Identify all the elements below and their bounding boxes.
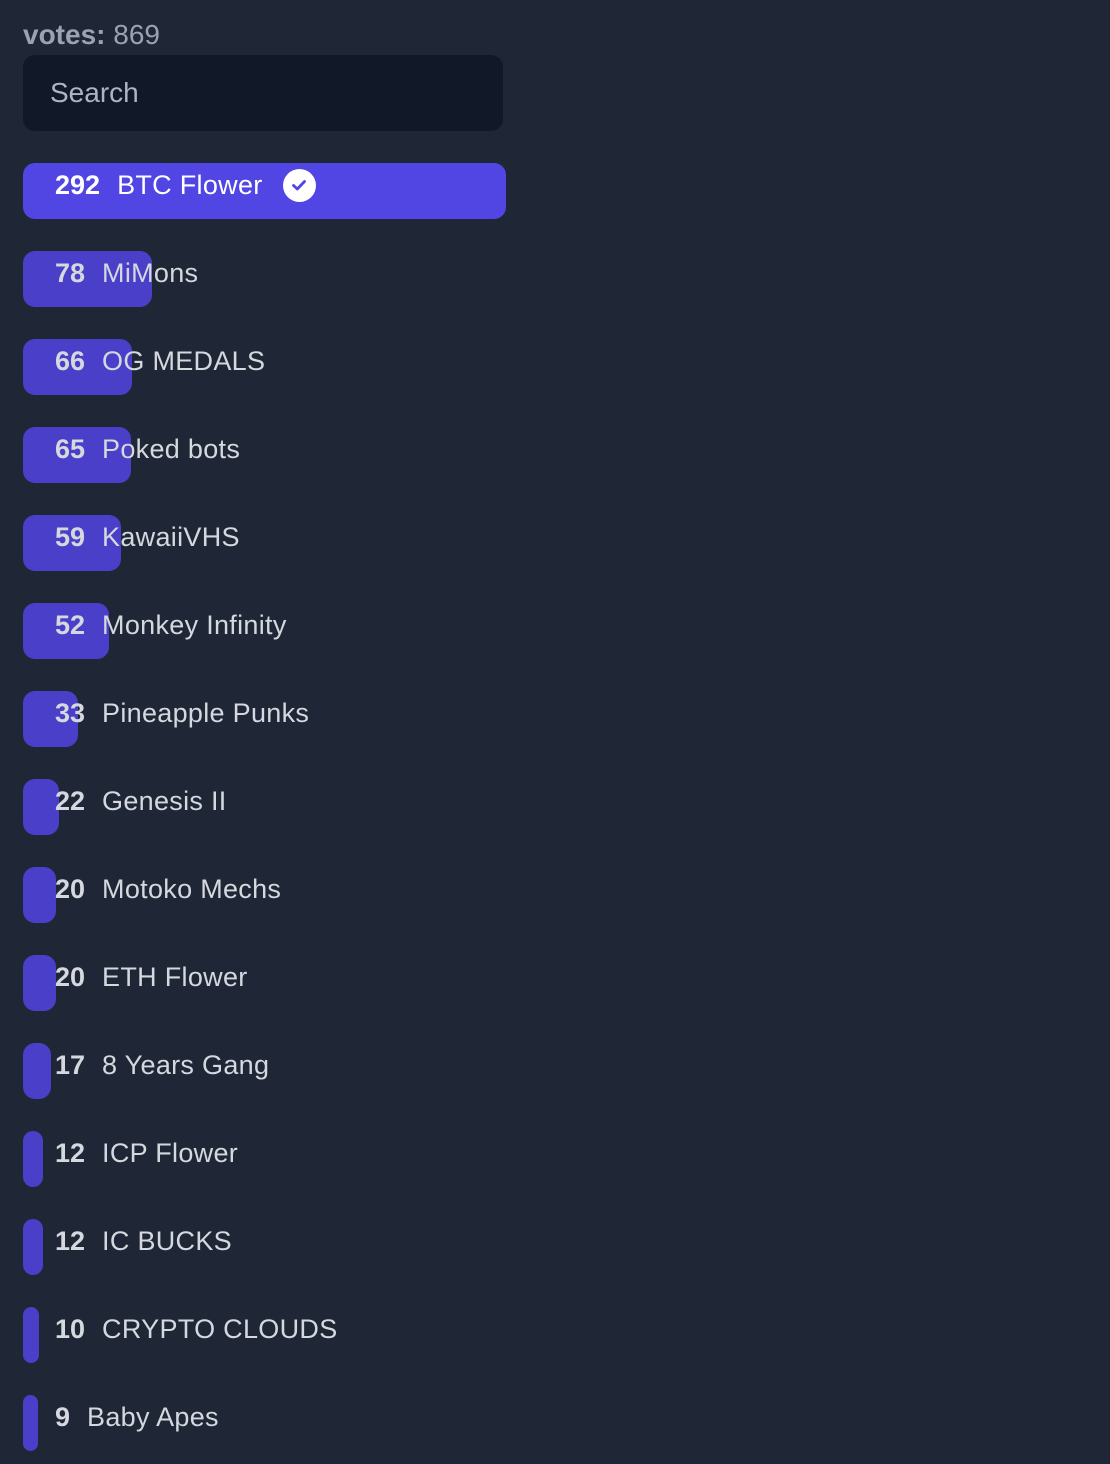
vote-count: 66 xyxy=(55,345,86,376)
vote-bar xyxy=(23,1307,39,1363)
vote-count: 20 xyxy=(55,961,86,992)
collection-name: CRYPTO CLOUDS xyxy=(102,1313,338,1344)
collection-name: OG MEDALS xyxy=(102,345,266,376)
collection-name: 8 Years Gang xyxy=(102,1049,270,1080)
list-item-text: 10 CRYPTO CLOUDS xyxy=(55,1309,338,1349)
vote-bar xyxy=(23,779,59,835)
vote-count: 17 xyxy=(55,1049,86,1080)
list-item[interactable]: 10 CRYPTO CLOUDS xyxy=(23,1307,723,1363)
vote-count: 52 xyxy=(55,609,86,640)
list-item-text: 33 Pineapple Punks xyxy=(55,693,309,733)
list-item[interactable]: 20 ETH Flower xyxy=(23,955,723,1011)
list-item-text: 66 OG MEDALS xyxy=(55,341,265,381)
collection-name: Motoko Mechs xyxy=(102,873,282,904)
vote-count: 20 xyxy=(55,873,86,904)
vote-count: 292 xyxy=(55,169,101,200)
list-item[interactable]: 33 Pineapple Punks xyxy=(23,691,723,747)
vote-count: 33 xyxy=(55,697,86,728)
list-item-text: 78 MiMons xyxy=(55,253,198,293)
vote-panel: votes: 869 292BTC Flower78MiMons66OG MED… xyxy=(0,0,1110,1464)
collection-list: 292 BTC Flower 78 MiMons 66 OG MEDALS 65 Poked … xyxy=(0,0,1110,1464)
list-item[interactable]: 65 Poked bots xyxy=(23,427,723,483)
list-item-text: 65 Poked bots xyxy=(55,429,240,469)
vote-bar xyxy=(23,1219,43,1275)
vote-count: 59 xyxy=(55,521,86,552)
vote-count: 22 xyxy=(55,785,86,816)
collection-name: KawaiiVHS xyxy=(102,521,240,552)
list-item-text: 9 Baby Apes xyxy=(55,1397,219,1437)
list-item[interactable]: 20 Motoko Mechs xyxy=(23,867,723,923)
collection-name: Pineapple Punks xyxy=(102,697,310,728)
list-item[interactable]: 17 8 Years Gang xyxy=(23,1043,723,1099)
list-item-text: 59 KawaiiVHS xyxy=(55,517,240,557)
list-item-text: 12 ICP Flower xyxy=(55,1133,238,1173)
list-item[interactable]: 59 KawaiiVHS xyxy=(23,515,723,571)
list-item[interactable]: 9 Baby Apes xyxy=(23,1395,723,1451)
collection-name: Genesis II xyxy=(102,785,227,816)
collection-name: Baby Apes xyxy=(87,1401,219,1432)
list-item[interactable]: 78 MiMons xyxy=(23,251,723,307)
list-item[interactable]: 66 OG MEDALS xyxy=(23,339,723,395)
collection-name: Monkey Infinity xyxy=(102,609,287,640)
vote-bar xyxy=(23,1395,38,1451)
collection-name: IC BUCKS xyxy=(102,1225,232,1256)
list-item[interactable]: 22 Genesis II xyxy=(23,779,723,835)
collection-name: Poked bots xyxy=(102,433,241,464)
collection-name: ETH Flower xyxy=(102,961,248,992)
list-item[interactable]: 52 Monkey Infinity xyxy=(23,603,723,659)
vote-count: 65 xyxy=(55,433,86,464)
collection-name: BTC Flower xyxy=(117,169,263,200)
list-item[interactable]: 292 BTC Flower xyxy=(23,163,723,219)
list-item-text: 17 8 Years Gang xyxy=(55,1045,269,1085)
list-item-text: 12 IC BUCKS xyxy=(55,1221,232,1261)
list-item-text: 22 Genesis II xyxy=(55,781,227,821)
list-item[interactable]: 12 ICP Flower xyxy=(23,1131,723,1187)
vote-bar xyxy=(23,1131,43,1187)
vote-bar xyxy=(23,955,56,1011)
vote-count: 9 xyxy=(55,1401,71,1432)
list-item-text: 20 Motoko Mechs xyxy=(55,869,281,909)
vote-count: 12 xyxy=(55,1137,86,1168)
list-item[interactable]: 12 IC BUCKS xyxy=(23,1219,723,1275)
collection-name: MiMons xyxy=(102,257,199,288)
vote-bar xyxy=(23,867,56,923)
list-item-text: 20 ETH Flower xyxy=(55,957,248,997)
collection-name: ICP Flower xyxy=(102,1137,239,1168)
vote-count: 12 xyxy=(55,1225,86,1256)
list-item-text: 292 BTC Flower xyxy=(55,165,316,205)
check-circle-icon xyxy=(282,168,316,202)
vote-count: 10 xyxy=(55,1313,86,1344)
vote-bar xyxy=(23,1043,51,1099)
vote-count: 78 xyxy=(55,257,86,288)
list-item-text: 52 Monkey Infinity xyxy=(55,605,287,645)
